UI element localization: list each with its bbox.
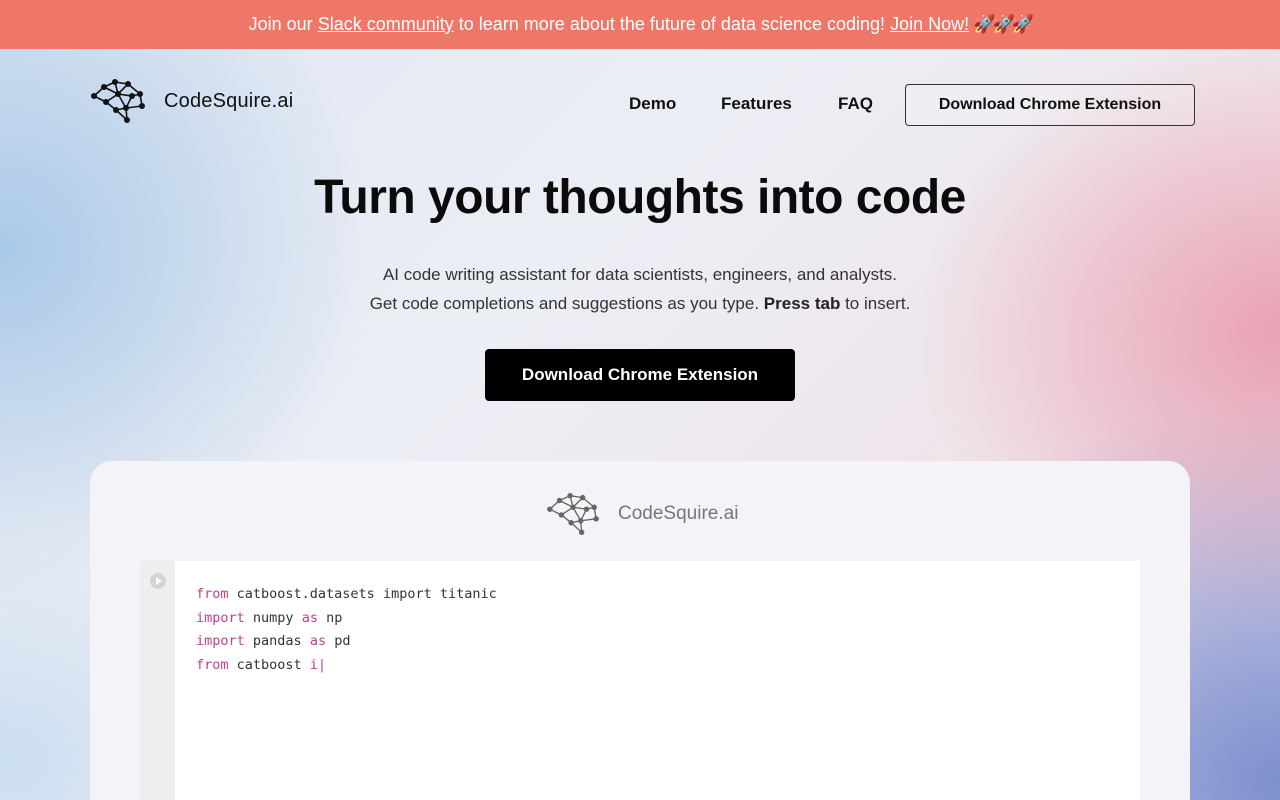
hero-line2-prefix: Get code completions and suggestions as … <box>369 294 760 313</box>
demo-card: CodeSquire.ai from catboost.datasets imp… <box>90 461 1190 800</box>
code-text: catboost <box>228 656 310 673</box>
banner-prefix: Join our <box>248 14 313 34</box>
hero-subtitle: AI code writing assistant for data scien… <box>0 260 1280 318</box>
hero-subtitle-line2: Get code completions and suggestions as … <box>0 289 1280 318</box>
code-line: from catboost i| <box>196 654 497 678</box>
code-keyword: import <box>196 609 245 626</box>
nav-faq[interactable]: FAQ <box>838 94 873 114</box>
slack-community-link[interactable]: Slack community <box>318 14 454 35</box>
rocket-emoji: 🚀🚀🚀 <box>973 14 1034 34</box>
demo-logo-icon <box>547 492 599 536</box>
code-keyword: import <box>196 633 245 649</box>
demo-brand-logo: CodeSquire.ai <box>546 491 738 537</box>
demo-brand-name: CodeSquire.ai <box>618 503 739 524</box>
nav-features[interactable]: Features <box>721 94 792 114</box>
banner-middle: to learn more about the future of data s… <box>458 14 886 34</box>
hero-title: Turn your thoughts into code <box>314 171 966 224</box>
header-download-extension-button[interactable]: Download Chrome Extension <box>905 84 1195 126</box>
code-keyword: as <box>301 609 318 626</box>
code-keyword: as <box>309 633 327 649</box>
hero-subtitle-line1: AI code writing assistant for data scien… <box>382 265 898 284</box>
typing-cursor: i| <box>309 656 327 673</box>
code-line: import pandas as pd <box>196 630 497 654</box>
code-editor[interactable]: from catboost.datasets import titanic imp… <box>140 561 1140 800</box>
code-block[interactable]: from catboost.datasets import titanic imp… <box>196 583 497 677</box>
code-text: numpy <box>244 609 302 626</box>
code-line: from catboost.datasets import titanic <box>196 583 497 607</box>
code-keyword: from <box>196 586 229 602</box>
code-line: import numpy as np <box>196 607 497 631</box>
code-keyword: from <box>196 656 229 673</box>
editor-gutter <box>140 561 175 800</box>
hero-line2-bold: Press tab <box>763 294 841 313</box>
main-nav: Demo Features FAQ Download Chrome Extens… <box>0 84 1280 126</box>
code-text: catboost.datasets import titanic <box>228 586 497 602</box>
code-text: np <box>317 609 343 626</box>
code-text: pd <box>326 633 351 649</box>
code-text: pandas <box>244 633 310 649</box>
announcement-banner: Join our Slack community to learn more a… <box>0 0 1280 49</box>
hero-line2-suffix: to insert. <box>845 294 911 313</box>
hero-download-extension-button[interactable]: Download Chrome Extension <box>485 349 795 401</box>
play-circle-icon[interactable] <box>150 573 166 589</box>
nav-demo[interactable]: Demo <box>629 94 676 114</box>
join-now-link[interactable]: Join Now! <box>890 14 969 35</box>
